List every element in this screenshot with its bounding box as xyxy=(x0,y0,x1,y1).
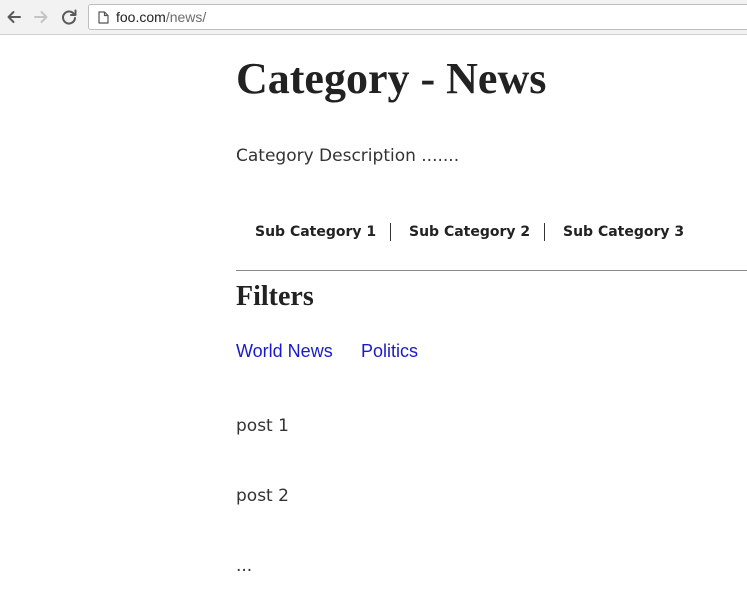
reload-icon xyxy=(62,9,77,25)
forward-button[interactable] xyxy=(30,6,52,28)
subnav-separator xyxy=(544,223,545,241)
url-text: foo.com/news/ xyxy=(116,9,206,25)
subcategory-nav: Sub Category 1 Sub Category 2 Sub Catego… xyxy=(236,220,747,244)
url-path: /news/ xyxy=(165,9,207,25)
filter-link-politics[interactable]: Politics xyxy=(361,341,418,362)
subnav-separator xyxy=(390,223,391,241)
category-description: Category Description ....... xyxy=(236,146,460,166)
section-divider xyxy=(236,270,747,271)
filters-heading: Filters xyxy=(236,281,314,312)
subcategory-link-3[interactable]: Sub Category 3 xyxy=(563,220,684,244)
page-icon xyxy=(97,10,109,24)
back-button[interactable] xyxy=(3,6,25,28)
url-host: foo.com xyxy=(116,9,166,25)
subcategory-link-1[interactable]: Sub Category 1 xyxy=(255,220,376,244)
reload-button[interactable] xyxy=(58,6,80,28)
arrow-right-icon xyxy=(34,11,48,23)
filter-link-world-news[interactable]: World News xyxy=(236,341,333,362)
arrow-left-icon xyxy=(7,11,21,23)
post-list-ellipsis: ... xyxy=(236,556,253,576)
page-title: Category - News xyxy=(236,54,547,103)
post-item[interactable]: post 2 xyxy=(236,486,289,506)
subcategory-link-2[interactable]: Sub Category 2 xyxy=(409,220,530,244)
post-item[interactable]: post 1 xyxy=(236,416,289,436)
address-bar[interactable]: foo.com/news/ xyxy=(88,4,747,30)
browser-toolbar: foo.com/news/ xyxy=(0,0,747,35)
